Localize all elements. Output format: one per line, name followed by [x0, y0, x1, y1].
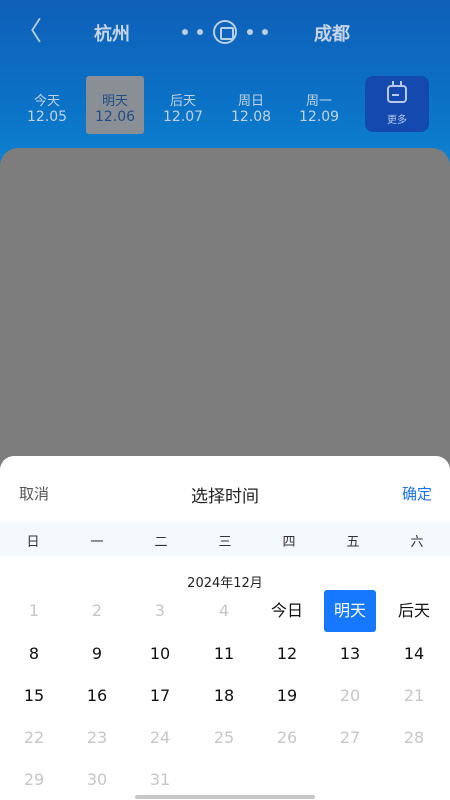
calendar-day: 24 [149, 728, 171, 747]
calendar-day: 25 [213, 728, 235, 747]
weekday-label: 三 [218, 535, 232, 550]
date-tab-label: 周一 [305, 94, 332, 109]
calendar-day: 2 [91, 601, 103, 620]
date-tab-label: 后天 [169, 94, 196, 109]
calendar-day[interactable]: 15 [8, 675, 60, 717]
weekday-label: 五 [346, 535, 360, 550]
home-indicator [135, 795, 315, 799]
calendar-day: 4 [218, 601, 230, 620]
train-icon [182, 20, 268, 44]
arrival-city[interactable]: 成都 [314, 20, 350, 46]
calendar-day[interactable]: 18 [198, 675, 250, 717]
calendar-day: 20 [339, 686, 361, 705]
date-tab-date: 12.07 [162, 109, 204, 125]
weekday-label: 四 [282, 535, 296, 550]
calendar-day: 23 [86, 728, 108, 747]
confirm-button[interactable]: 确定 [402, 483, 432, 504]
departure-city[interactable]: 杭州 [94, 20, 130, 46]
weekday-label: 六 [410, 535, 424, 550]
calendar-day[interactable]: 17 [134, 675, 186, 717]
calendar-day: 30 [86, 770, 108, 789]
date-tab-day-after[interactable]: 后天 12.07 [154, 76, 212, 134]
date-picker-sheet: 取消 选择时间 确定 日 一 二 三 四 五 六 2024年12月 1 2 3 4 今日… [0, 456, 450, 800]
calendar-icon [387, 81, 407, 103]
calendar-day: 27 [339, 728, 361, 747]
calendar-day[interactable]: 10 [134, 633, 186, 675]
month-title: 2024年12月 [187, 576, 263, 591]
top-bar: 〈 杭州 成都 [0, 0, 450, 66]
sheet-header: 取消 选择时间 确定 [0, 456, 450, 522]
weekday-header: 日 一 二 三 四 五 六 [0, 522, 450, 556]
calendar-day[interactable]: 12 [261, 633, 313, 675]
calendar-day[interactable]: 16 [71, 675, 123, 717]
date-tab-label: 明天 [101, 94, 128, 109]
calendar-day[interactable]: 8 [8, 633, 60, 675]
sheet-title: 选择时间 [191, 487, 259, 507]
date-tab-monday[interactable]: 周一 12.09 [290, 76, 348, 134]
calendar-day-selected[interactable]: 明天 [324, 590, 376, 632]
calendar-day[interactable]: 今日 [261, 590, 313, 632]
calendar-day: 3 [154, 601, 166, 620]
back-icon[interactable]: 〈 [16, 18, 42, 46]
more-dates-button[interactable]: 更多 [365, 76, 429, 132]
calendar-day[interactable]: 13 [324, 633, 376, 675]
date-tab-date: 12.09 [298, 109, 340, 125]
more-label: 更多 [387, 115, 407, 126]
date-tab-today[interactable]: 今天 12.05 [18, 76, 76, 134]
date-tab-label: 今天 [33, 94, 60, 109]
date-tab-label: 周日 [237, 94, 264, 109]
calendar-day: 22 [23, 728, 45, 747]
calendar-day: 26 [276, 728, 298, 747]
calendar-day: 29 [23, 770, 45, 789]
calendar-day[interactable]: 11 [198, 633, 250, 675]
date-tab-date: 12.06 [94, 109, 136, 125]
calendar-day: 1 [28, 601, 40, 620]
weekday-label: 日 [26, 535, 40, 550]
calendar-day[interactable]: 19 [261, 675, 313, 717]
calendar-day: 31 [149, 770, 171, 789]
calendar-day: 21 [403, 686, 425, 705]
calendar-day[interactable]: 9 [71, 633, 123, 675]
calendar-day[interactable]: 14 [388, 633, 440, 675]
date-tab-sunday[interactable]: 周日 12.08 [222, 76, 280, 134]
calendar-day: 28 [403, 728, 425, 747]
date-tab-tomorrow[interactable]: 明天 12.06 [86, 76, 144, 134]
weekday-label: 二 [154, 535, 168, 550]
calendar-day[interactable]: 后天 [388, 590, 440, 632]
weekday-label: 一 [90, 535, 104, 550]
date-tab-date: 12.05 [26, 109, 68, 125]
date-tab-date: 12.08 [230, 109, 272, 125]
